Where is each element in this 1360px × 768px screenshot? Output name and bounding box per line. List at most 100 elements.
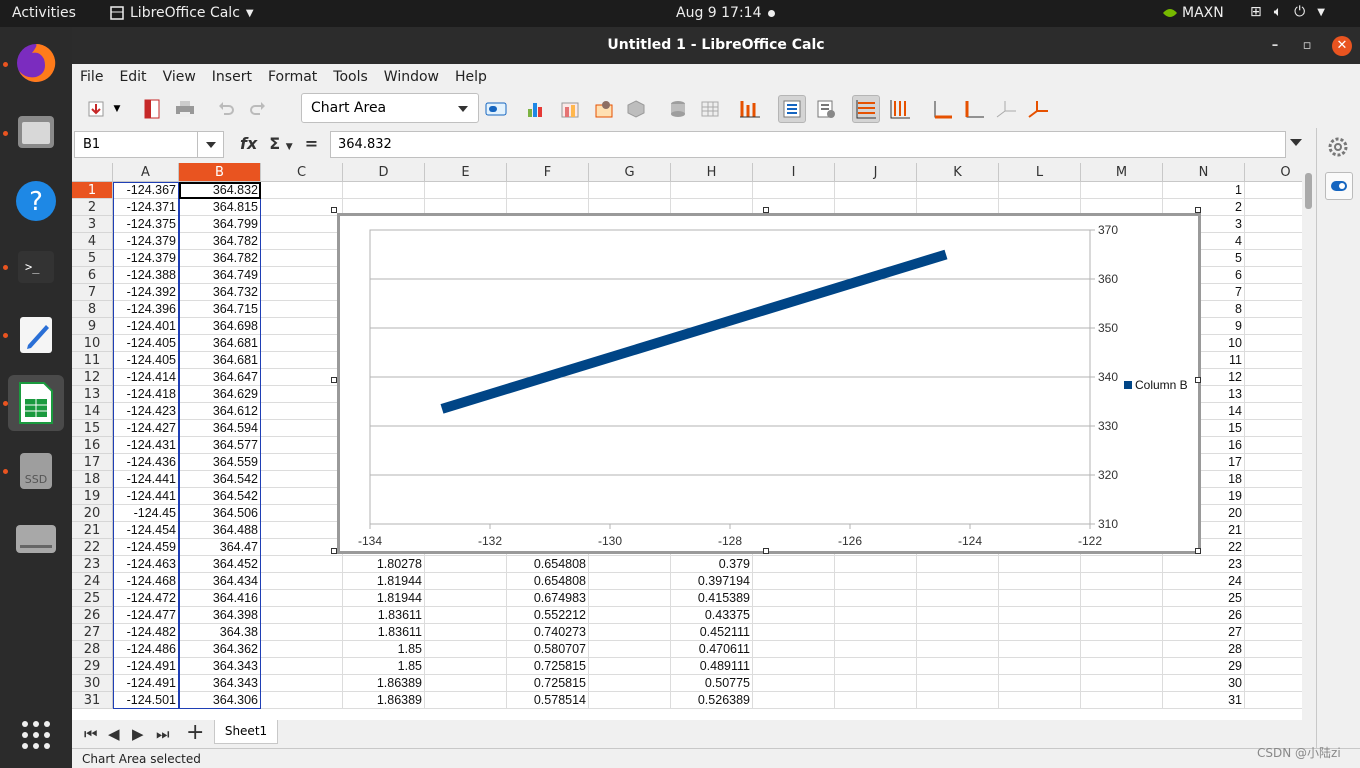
cell-j[interactable] — [835, 556, 917, 573]
cell-f[interactable]: 0.740273 — [507, 624, 589, 641]
cell-o[interactable] — [1245, 505, 1302, 522]
cell-l[interactable] — [999, 556, 1081, 573]
cell-k[interactable] — [917, 675, 999, 692]
cell-f[interactable]: 0.725815 — [507, 658, 589, 675]
properties-deck-button[interactable] — [1327, 136, 1349, 162]
cell-o[interactable] — [1245, 658, 1302, 675]
cell-c[interactable] — [261, 573, 343, 590]
cell-j[interactable] — [835, 692, 917, 709]
row-header[interactable]: 4 — [72, 233, 113, 250]
cell-l[interactable] — [999, 692, 1081, 709]
cell-k[interactable] — [917, 607, 999, 624]
cell-b[interactable]: 364.47 — [179, 539, 261, 556]
resize-handle[interactable] — [1195, 548, 1201, 554]
cell-c[interactable] — [261, 216, 343, 233]
select-all-corner[interactable] — [72, 163, 113, 182]
cell-c[interactable] — [261, 658, 343, 675]
cell-h[interactable]: 0.50775 — [671, 675, 753, 692]
cell-i[interactable] — [753, 607, 835, 624]
cell-c[interactable] — [261, 301, 343, 318]
data-table-button[interactable] — [664, 95, 692, 123]
cell-g[interactable] — [589, 556, 671, 573]
formula-input[interactable]: 364.832 — [330, 131, 1286, 158]
cell-k[interactable] — [917, 573, 999, 590]
name-box[interactable]: B1 — [74, 131, 224, 158]
cell-e[interactable] — [425, 675, 507, 692]
cell-b[interactable]: 364.782 — [179, 233, 261, 250]
chart-area-button[interactable] — [590, 95, 618, 123]
row-header[interactable]: 3 — [72, 216, 113, 233]
column-header-j[interactable]: J — [835, 163, 917, 182]
legend-on-off-button[interactable] — [778, 95, 806, 123]
cell-e[interactable] — [425, 556, 507, 573]
column-header-f[interactable]: F — [507, 163, 589, 182]
row-header[interactable]: 22 — [72, 539, 113, 556]
vertical-grids-button[interactable] — [886, 95, 914, 123]
cell-l[interactable] — [999, 658, 1081, 675]
cell-m[interactable] — [1081, 658, 1163, 675]
cell-j[interactable] — [835, 658, 917, 675]
format-selection-button[interactable] — [482, 95, 510, 123]
column-header-c[interactable]: C — [261, 163, 343, 182]
cell-n[interactable]: 27 — [1163, 624, 1245, 641]
scroll-thumb[interactable] — [1305, 173, 1312, 209]
help-launcher[interactable]: ? — [8, 173, 64, 229]
next-sheet-icon[interactable]: ▶ — [132, 725, 144, 743]
cell-a[interactable]: -124.441 — [113, 471, 179, 488]
data-series-columns-button[interactable] — [736, 95, 764, 123]
cell-b[interactable]: 364.577 — [179, 437, 261, 454]
resize-handle[interactable] — [331, 207, 337, 213]
cell-o[interactable] — [1245, 692, 1302, 709]
cell-h[interactable]: 0.470611 — [671, 641, 753, 658]
cell-n[interactable]: 24 — [1163, 573, 1245, 590]
cell-g[interactable] — [589, 641, 671, 658]
drive-launcher[interactable] — [8, 511, 64, 567]
resize-handle[interactable] — [1195, 207, 1201, 213]
cell-b[interactable]: 364.434 — [179, 573, 261, 590]
cell-b[interactable]: 364.612 — [179, 403, 261, 420]
cell-o[interactable] — [1245, 675, 1302, 692]
function-wizard-icon[interactable]: fx — [240, 134, 257, 153]
cell-o[interactable] — [1245, 420, 1302, 437]
cell-o[interactable] — [1245, 641, 1302, 658]
column-header-m[interactable]: M — [1081, 163, 1163, 182]
menu-insert[interactable]: Insert — [204, 64, 260, 90]
column-header-b[interactable]: B — [179, 163, 261, 182]
row-header[interactable]: 1 — [72, 182, 113, 199]
maximize-button[interactable]: ▫ — [1297, 36, 1317, 56]
cell-m[interactable] — [1081, 182, 1163, 199]
row-header[interactable]: 16 — [72, 437, 113, 454]
cell-c[interactable] — [261, 420, 343, 437]
cell-k[interactable] — [917, 556, 999, 573]
column-header-a[interactable]: A — [113, 163, 179, 182]
cell-b[interactable]: 364.542 — [179, 471, 261, 488]
cell-a[interactable]: -124.371 — [113, 199, 179, 216]
cell-a[interactable]: -124.396 — [113, 301, 179, 318]
cell-b[interactable]: 364.306 — [179, 692, 261, 709]
cell-a[interactable]: -124.379 — [113, 233, 179, 250]
cell-n[interactable]: 30 — [1163, 675, 1245, 692]
cell-c[interactable] — [261, 284, 343, 301]
save-button[interactable] — [82, 95, 110, 123]
cell-c[interactable] — [261, 488, 343, 505]
cell-a[interactable]: -124.459 — [113, 539, 179, 556]
row-header[interactable]: 29 — [72, 658, 113, 675]
column-header-k[interactable]: K — [917, 163, 999, 182]
volume-icon[interactable]: 🔈︎ — [1274, 4, 1282, 20]
cell-b[interactable]: 364.343 — [179, 675, 261, 692]
row-header[interactable]: 15 — [72, 420, 113, 437]
menu-view[interactable]: View — [155, 64, 204, 90]
cell-c[interactable] — [261, 233, 343, 250]
cell-c[interactable] — [261, 403, 343, 420]
cell-b[interactable]: 364.782 — [179, 250, 261, 267]
cell-d[interactable]: 1.83611 — [343, 607, 425, 624]
format-z-axis-button[interactable] — [992, 95, 1020, 123]
cell-d[interactable]: 1.85 — [343, 658, 425, 675]
cell-l[interactable] — [999, 573, 1081, 590]
menu-tools[interactable]: Tools — [325, 64, 376, 90]
expand-formula-bar-icon[interactable] — [1290, 139, 1302, 146]
cell-h[interactable]: 0.43375 — [671, 607, 753, 624]
cell-c[interactable] — [261, 590, 343, 607]
cell-i[interactable] — [753, 641, 835, 658]
cell-m[interactable] — [1081, 590, 1163, 607]
